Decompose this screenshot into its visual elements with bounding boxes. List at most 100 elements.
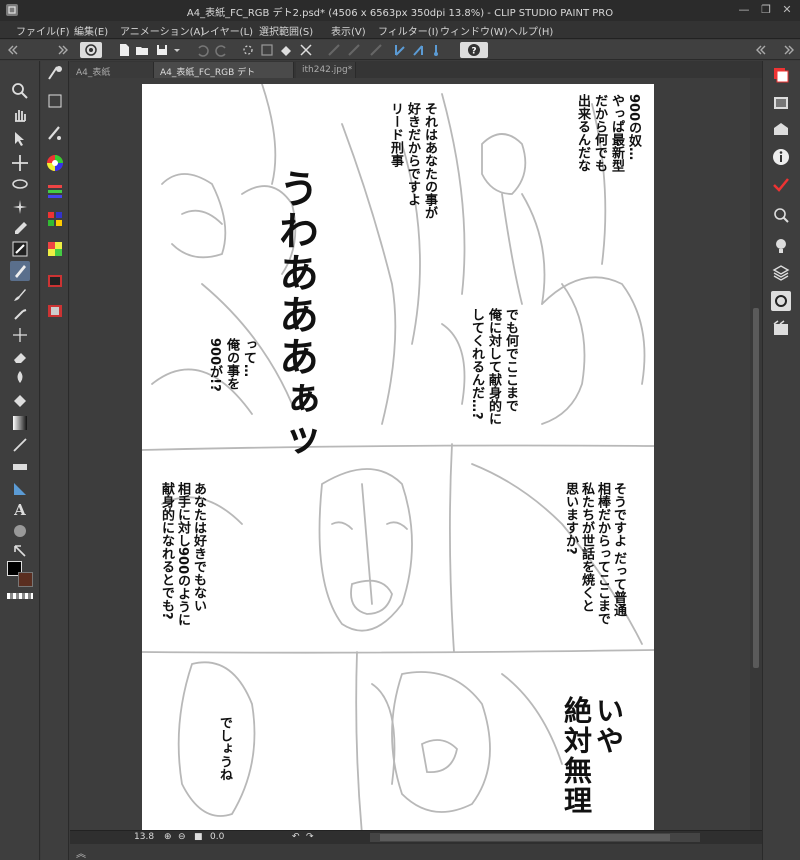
expand-up-icon[interactable]: ︽ bbox=[76, 845, 86, 860]
frame-border-tool-icon[interactable] bbox=[10, 457, 30, 477]
speech-bubble-deshoune: でしょうね bbox=[217, 716, 232, 781]
vertical-scroll-thumb[interactable] bbox=[753, 308, 759, 668]
pen-tool-icon[interactable] bbox=[10, 239, 30, 259]
correct-line-tool-icon[interactable] bbox=[10, 541, 30, 561]
zoom-tool-icon[interactable] bbox=[10, 81, 30, 101]
menu-bar: ファイル(F) 編集(E) アニメーション(A) レイヤー(L) 選択範囲(S)… bbox=[0, 21, 800, 39]
tab-document-1[interactable]: A4_表紙_FC_RGB bbox=[70, 62, 154, 88]
clip-studio-window: A4_表紙_FC_RGB デト2.psd* (4506 x 6563px 350… bbox=[0, 0, 800, 860]
fill-tool-icon[interactable] bbox=[10, 391, 30, 411]
chevron-down-icon[interactable] bbox=[172, 42, 182, 58]
menu-filter[interactable]: フィルター(I) bbox=[378, 23, 439, 38]
material-icon[interactable] bbox=[771, 119, 791, 139]
transparent-color-swatch[interactable] bbox=[7, 593, 33, 599]
manga-page[interactable]: 900の奴… やっぱ最新型 だから何でも 出来るんだな それはあなたの事が 好き… bbox=[142, 84, 654, 830]
operation-tool-icon[interactable] bbox=[10, 129, 30, 149]
transform-icon[interactable] bbox=[298, 42, 314, 58]
gradient-tool-icon[interactable] bbox=[10, 413, 30, 433]
menu-view[interactable]: 表示(V) bbox=[331, 23, 366, 38]
horizontal-scrollbar[interactable] bbox=[370, 833, 700, 842]
layer-property-icon[interactable] bbox=[45, 271, 65, 291]
maximize-button[interactable]: ❐ bbox=[758, 2, 774, 18]
sub-color-swatch[interactable] bbox=[18, 572, 33, 587]
tab-document-3[interactable]: ith242.jpg* bbox=[296, 62, 356, 78]
redo-icon[interactable] bbox=[214, 42, 230, 58]
minimize-button[interactable]: — bbox=[736, 2, 752, 18]
menu-edit[interactable]: 編集(E) bbox=[74, 23, 108, 38]
zoom-level[interactable]: 13.8 bbox=[134, 832, 154, 842]
search-layer-icon[interactable] bbox=[771, 205, 791, 225]
menu-window[interactable]: ウィンドウ(W) bbox=[440, 23, 508, 38]
collapse-right-icon[interactable] bbox=[752, 42, 768, 58]
menu-selection[interactable]: 選択範囲(S) bbox=[259, 23, 313, 38]
timeline-icon[interactable] bbox=[45, 301, 65, 321]
figure-tool-icon[interactable] bbox=[10, 435, 30, 455]
close-button[interactable]: ✕ bbox=[779, 2, 795, 18]
blend-tool-icon[interactable] bbox=[10, 367, 30, 387]
zoom-out-icon[interactable]: ⊖ bbox=[178, 832, 186, 842]
menu-layer[interactable]: レイヤー(L) bbox=[200, 23, 253, 38]
sub-tool-palette-icon[interactable] bbox=[45, 63, 65, 83]
text-tool-icon[interactable]: A bbox=[10, 499, 30, 519]
menu-file[interactable]: ファイル(F) bbox=[16, 23, 70, 38]
snap-to-special-ruler-icon[interactable] bbox=[410, 42, 426, 58]
brush-tool-icon[interactable] bbox=[10, 285, 30, 305]
fill-icon[interactable] bbox=[278, 42, 294, 58]
pencil-tool-icon[interactable] bbox=[10, 261, 30, 281]
ruler-pen-icon[interactable] bbox=[392, 42, 408, 58]
ruler-tool-icon[interactable] bbox=[10, 479, 30, 499]
snap-ruler-icon[interactable] bbox=[368, 42, 384, 58]
balloon-tool-icon[interactable] bbox=[10, 521, 30, 541]
brush-size-icon[interactable] bbox=[45, 123, 65, 143]
help-button[interactable]: ? bbox=[460, 42, 488, 58]
clear-outside-icon[interactable] bbox=[259, 42, 275, 58]
decoration-tool-icon[interactable] bbox=[10, 325, 30, 345]
open-folder-icon[interactable] bbox=[134, 42, 150, 58]
airbrush-tool-icon[interactable] bbox=[10, 305, 30, 325]
color-set-icon[interactable] bbox=[45, 209, 65, 229]
sub-view-icon[interactable] bbox=[771, 93, 791, 113]
menu-animation[interactable]: アニメーション(A) bbox=[120, 23, 204, 38]
color-wheel-icon[interactable] bbox=[45, 153, 65, 173]
auto-action-icon[interactable] bbox=[771, 235, 791, 255]
new-file-icon[interactable] bbox=[116, 42, 132, 58]
quick-access-icon[interactable] bbox=[771, 291, 791, 311]
history-check-icon[interactable] bbox=[771, 175, 791, 195]
fit-icon[interactable]: ■ bbox=[194, 832, 203, 842]
info-icon[interactable] bbox=[771, 147, 791, 167]
animation-cels-icon[interactable] bbox=[771, 319, 791, 339]
rotate-right-icon[interactable]: ↷ bbox=[306, 832, 314, 842]
navigator-icon[interactable] bbox=[771, 65, 791, 85]
expand-right-icon[interactable] bbox=[780, 42, 796, 58]
zoom-in-icon[interactable]: ⊕ bbox=[164, 832, 172, 842]
big-scream-text: うわあああぁッ bbox=[272, 168, 318, 462]
snap-to-grid-icon[interactable] bbox=[428, 42, 444, 58]
color-slider-icon[interactable] bbox=[45, 181, 65, 201]
layer-icon[interactable] bbox=[771, 263, 791, 283]
hand-tool-icon[interactable] bbox=[10, 105, 30, 125]
rotation-angle[interactable]: 0.0 bbox=[210, 832, 224, 842]
speech-bubble-demo: でも何でここまで 俺に対して献身的に してくれるんだ…? bbox=[469, 308, 518, 425]
lasso-selection-icon[interactable] bbox=[10, 175, 30, 195]
snap-grid-icon[interactable] bbox=[346, 42, 362, 58]
eraser-tool-icon[interactable] bbox=[10, 347, 30, 367]
canvas-area[interactable]: 900の奴… やっぱ最新型 だから何でも 出来るんだな それはあなたの事が 好き… bbox=[70, 78, 750, 830]
tool-property-icon[interactable] bbox=[45, 91, 65, 111]
undo-icon[interactable] bbox=[194, 42, 210, 58]
rotate-left-icon[interactable]: ↶ bbox=[292, 832, 300, 842]
vertical-scrollbar[interactable] bbox=[750, 78, 762, 830]
menu-help[interactable]: ヘルプ(H) bbox=[508, 23, 553, 38]
clip-studio-menu-icon[interactable] bbox=[80, 42, 102, 58]
divider bbox=[10, 231, 30, 237]
snap-special-ruler-icon[interactable] bbox=[326, 42, 342, 58]
expand-icon[interactable] bbox=[54, 42, 70, 58]
speech-bubble-anata: それはあなたの事が 好きだからですよ リード刑事 bbox=[388, 102, 437, 219]
horizontal-scroll-thumb[interactable] bbox=[380, 834, 670, 841]
clear-icon[interactable] bbox=[240, 42, 256, 58]
auto-select-icon[interactable] bbox=[10, 197, 30, 217]
collapse-left-icon[interactable] bbox=[4, 42, 20, 58]
tab-document-2[interactable]: A4_表紙_FC_RGB デト2.psd*✕ bbox=[154, 62, 294, 88]
move-layer-tool-icon[interactable] bbox=[10, 153, 30, 173]
intermediate-color-icon[interactable] bbox=[45, 239, 65, 259]
save-icon[interactable] bbox=[154, 42, 170, 58]
